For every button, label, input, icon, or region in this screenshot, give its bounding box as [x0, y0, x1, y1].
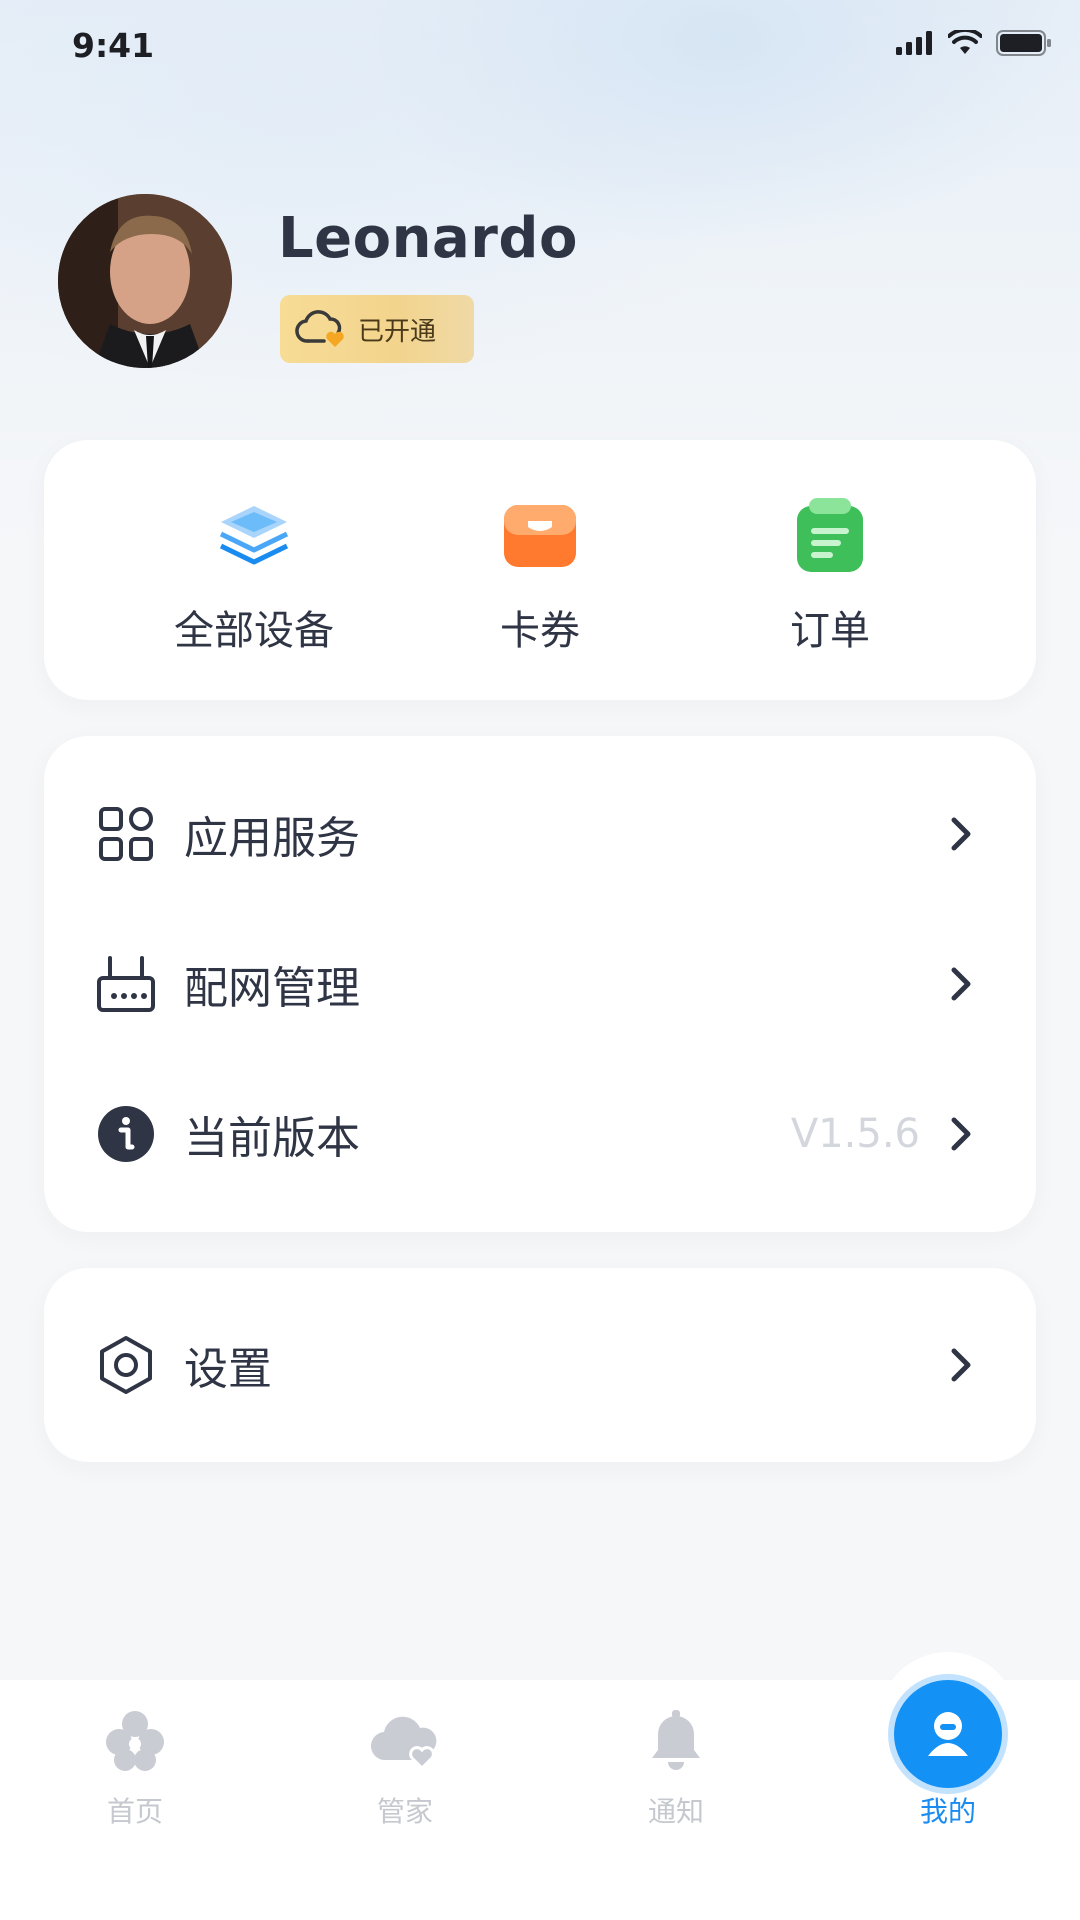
menu-item-current-version[interactable]: 当前版本 V1.5.6: [44, 1059, 1036, 1209]
bell-icon: [652, 1710, 700, 1770]
quick-action-label: 全部设备: [174, 608, 334, 654]
signal-icon: [896, 31, 932, 55]
tab-profile[interactable]: 我的: [848, 1790, 1048, 1830]
chevron-right-icon: [951, 1117, 971, 1151]
coupon-wallet-icon: [504, 505, 576, 567]
quick-action-orders[interactable]: 订单: [710, 496, 950, 656]
tab-label: 通知: [647, 1795, 704, 1828]
status-time: 9:41: [72, 26, 155, 65]
menu-item-app-services[interactable]: 应用服务: [44, 759, 1036, 909]
tab-profile-button[interactable]: [894, 1680, 1002, 1788]
clover-home-icon: [106, 1711, 164, 1771]
tab-butler[interactable]: 管家: [305, 1708, 505, 1830]
grid-apps-icon: [99, 807, 153, 861]
cloud-heart-icon: [370, 1716, 437, 1771]
tab-home[interactable]: 首页: [35, 1708, 235, 1830]
menu-item-label: 应用服务: [184, 813, 360, 864]
chevron-right-icon: [951, 1348, 971, 1382]
chevron-right-icon: [951, 967, 971, 1001]
quick-actions-card: 全部设备 卡券 订单: [44, 440, 1036, 700]
quick-action-label: 订单: [790, 608, 870, 654]
order-clipboard-icon: [797, 498, 863, 572]
quick-action-label: 卡券: [500, 608, 580, 654]
cloud-heart-icon: [295, 310, 344, 347]
menu-item-network-config[interactable]: 配网管理: [44, 909, 1036, 1059]
menu-item-label: 设置: [184, 1344, 272, 1395]
quick-action-all-devices[interactable]: 全部设备: [134, 496, 374, 656]
status-icons: [896, 30, 1052, 56]
version-value: V1.5.6: [790, 1111, 920, 1157]
user-icon: [928, 1712, 968, 1756]
menu-item-label: 当前版本: [184, 1113, 360, 1164]
wifi-icon: [948, 30, 982, 54]
router-icon: [97, 956, 155, 1012]
layers-icon: [219, 506, 289, 565]
battery-icon: [996, 30, 1051, 56]
membership-label: 已开通: [358, 316, 437, 347]
menu-card: 应用服务 配网管理 当前版本 V1.5.6: [44, 736, 1036, 1232]
avatar[interactable]: [58, 194, 232, 368]
info-icon: [98, 1106, 154, 1162]
quick-action-coupons[interactable]: 卡券: [420, 496, 660, 656]
tab-label: 我的: [919, 1795, 976, 1828]
chevron-right-icon: [951, 817, 971, 851]
menu-item-label: 配网管理: [184, 963, 360, 1014]
membership-badge[interactable]: 已开通: [280, 295, 474, 363]
hexagon-settings-icon: [100, 1336, 152, 1394]
settings-card: 设置: [44, 1268, 1036, 1462]
tab-label: 管家: [376, 1795, 433, 1828]
menu-item-settings[interactable]: 设置: [44, 1290, 1036, 1440]
username: Leonardo: [278, 206, 578, 271]
avatar-photo: [58, 194, 232, 368]
tab-notifications[interactable]: 通知: [576, 1708, 776, 1830]
tab-label: 首页: [106, 1795, 163, 1828]
